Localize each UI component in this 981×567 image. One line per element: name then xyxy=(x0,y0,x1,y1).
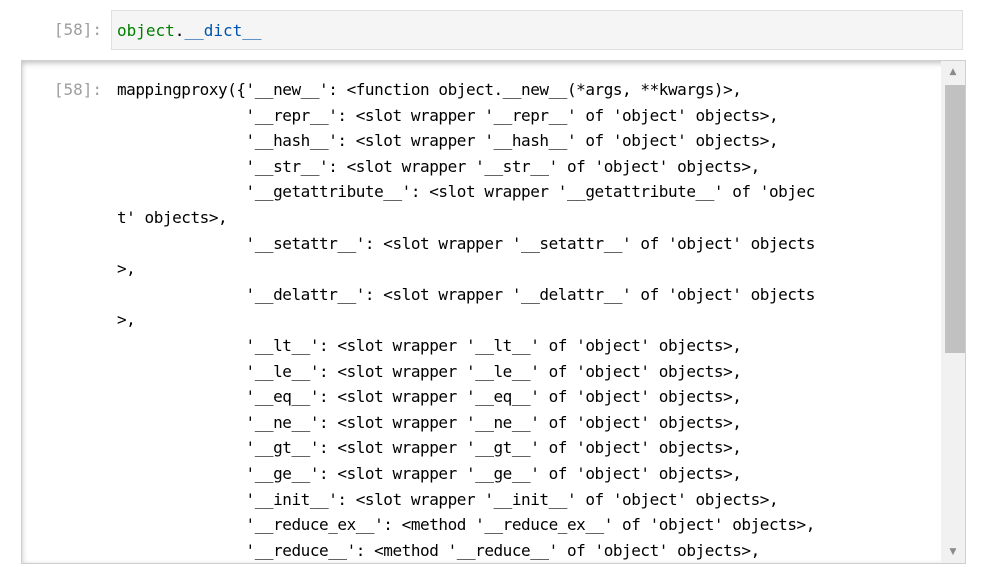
output-line: '__le__': <slot wrapper '__le__' of 'obj… xyxy=(117,361,742,381)
scrollbar-thumb[interactable] xyxy=(945,85,965,353)
output-line: '__str__': <slot wrapper '__str__' of 'o… xyxy=(117,156,761,176)
output-line: '__hash__': <slot wrapper '__hash__' of … xyxy=(117,131,779,151)
output-line: '__gt__': <slot wrapper '__gt__' of 'obj… xyxy=(117,438,742,458)
code-input-cell[interactable]: object.__dict__ xyxy=(111,10,963,50)
vertical-scrollbar[interactable]: ▲ ▼ xyxy=(941,61,965,563)
output-prompt: [58]: xyxy=(53,80,102,99)
code-dot-token: . xyxy=(174,21,185,40)
output-scroll-area[interactable]: mappingproxy({'__new__': <function objec… xyxy=(21,60,966,564)
output-line: mappingproxy({'__new__': <function objec… xyxy=(117,80,742,99)
output-line: '__repr__': <slot wrapper '__repr__' of … xyxy=(117,105,779,125)
input-prompt: [58]: xyxy=(53,20,102,39)
output-line: '__reduce_ex__': <method '__reduce_ex__'… xyxy=(117,515,816,535)
output-line: >, xyxy=(117,310,136,330)
output-line: '__eq__': <slot wrapper '__eq__' of 'obj… xyxy=(117,387,742,407)
output-line: >, xyxy=(117,259,136,279)
output-line: '__lt__': <slot wrapper '__lt__' of 'obj… xyxy=(117,335,742,355)
scroll-down-icon[interactable]: ▼ xyxy=(941,541,965,563)
output-line: '__delattr__': <slot wrapper '__delattr_… xyxy=(117,284,816,304)
scroll-up-icon[interactable]: ▲ xyxy=(941,61,965,83)
code-object-token: object xyxy=(117,21,175,40)
output-line: '__getattribute__': <slot wrapper '__get… xyxy=(117,182,816,202)
output-line: '__ge__': <slot wrapper '__ge__' of 'obj… xyxy=(117,463,742,483)
output-line: t' objects>, xyxy=(117,207,228,227)
output-line: '__init__': <slot wrapper '__init__' of … xyxy=(117,489,779,509)
output-line: '__setattr__': <slot wrapper '__setattr_… xyxy=(117,233,816,253)
output-line: '__reduce__': <method '__reduce__' of 'o… xyxy=(117,540,761,560)
output-text: mappingproxy({'__new__': <function objec… xyxy=(117,77,815,563)
output-line: '__ne__': <slot wrapper '__ne__' of 'obj… xyxy=(117,412,742,432)
input-code: object.__dict__ xyxy=(117,21,262,41)
code-attribute-token: __dict__ xyxy=(184,21,262,40)
